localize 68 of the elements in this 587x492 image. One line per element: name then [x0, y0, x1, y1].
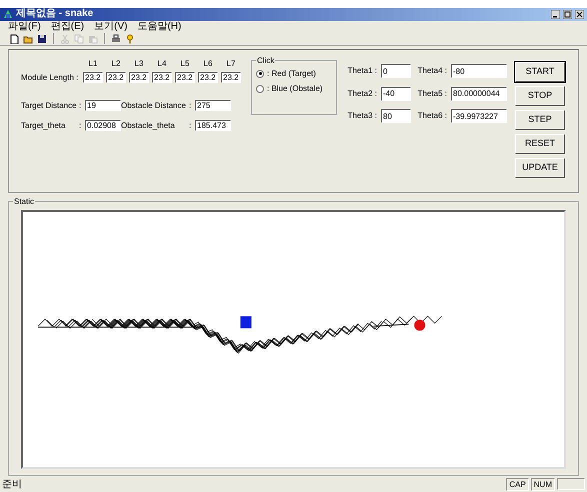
field-label: Theta1 : — [346, 65, 377, 78]
menu-item[interactable]: 도움말(H) — [137, 22, 182, 32]
input-field[interactable]: 80.00000044 — [451, 86, 507, 101]
radio-label[interactable]: : Blue (Obstale) — [267, 82, 323, 95]
app-icon — [3, 9, 13, 20]
window-title: 제목없음 - snake — [16, 9, 94, 20]
push-button[interactable]: START — [515, 62, 565, 82]
push-button[interactable]: STOP — [515, 86, 565, 106]
column-label: L7 — [226, 58, 236, 70]
field-label: Theta6 : — [416, 110, 447, 122]
new-file-icon[interactable] — [9, 34, 19, 44]
input-field[interactable]: 23.2 — [106, 72, 126, 84]
field-label: Theta4 : — [416, 65, 447, 78]
minimize-icon[interactable] — [551, 10, 560, 19]
input-field[interactable]: 23.2 — [175, 72, 195, 84]
push-button[interactable]: UPDATE — [515, 158, 565, 178]
input-field[interactable]: 23.2 — [221, 72, 241, 84]
save-icon[interactable] — [37, 34, 47, 44]
field-label: Module Length : — [21, 72, 78, 82]
column-label: L1 — [88, 58, 98, 70]
menu-item[interactable]: 편집(E) — [50, 22, 84, 32]
column-label: L2 — [110, 58, 122, 70]
input-field[interactable]: 0.02908 — [85, 120, 121, 132]
colon-label: : — [79, 100, 82, 112]
colon-label: : — [189, 120, 192, 132]
input-field[interactable]: -40 — [381, 86, 411, 101]
input-field[interactable]: 0 — [381, 64, 411, 78]
input-field[interactable]: -80 — [451, 64, 507, 78]
column-label: L4 — [156, 58, 168, 70]
radio-button[interactable] — [256, 84, 264, 93]
status-text: 준비 — [2, 478, 23, 492]
field-label: Theta2 : — [346, 88, 377, 100]
column-label: L3 — [134, 58, 144, 70]
field-label: Target Distance — [21, 100, 78, 112]
input-field[interactable]: 19 — [85, 100, 121, 112]
column-label: L6 — [202, 58, 214, 70]
menu-item[interactable]: 파일(F) — [8, 22, 41, 32]
push-button[interactable]: STEP — [515, 110, 565, 130]
colon-label: : — [79, 120, 82, 132]
close-icon[interactable] — [575, 10, 584, 19]
radio-button[interactable] — [256, 70, 264, 78]
help-icon[interactable] — [125, 34, 135, 44]
input-field[interactable]: 275 — [195, 100, 231, 112]
status-indicator: CAP — [506, 478, 529, 491]
status-indicator: NUM — [530, 478, 555, 491]
obstacle-marker — [240, 316, 252, 328]
target-marker — [414, 319, 426, 330]
radio-label[interactable]: : Red (Target) — [267, 68, 316, 80]
field-label: Theta5 : — [416, 88, 447, 100]
open-folder-icon[interactable] — [23, 34, 33, 44]
maximize-icon[interactable] — [563, 10, 572, 19]
input-field[interactable]: 23.2 — [129, 72, 149, 84]
input-field[interactable]: -39.9973227 — [451, 109, 507, 124]
field-label: Obstacle_theta — [121, 120, 176, 132]
field-label: Obstacle Distance — [121, 100, 187, 112]
input-field[interactable]: 23.2 — [152, 72, 172, 84]
status-panel — [557, 478, 585, 490]
field-label: Target_theta — [21, 120, 66, 132]
field-label: Theta3 : — [346, 110, 377, 122]
menu-item[interactable]: 보기(V) — [94, 22, 128, 32]
input-field[interactable]: 185.473 — [195, 120, 231, 132]
push-button[interactable]: RESET — [515, 134, 565, 154]
input-field[interactable]: 23.2 — [198, 72, 218, 84]
printer-icon[interactable] — [111, 34, 121, 44]
column-label: L5 — [180, 58, 190, 70]
input-field[interactable]: 23.2 — [83, 72, 103, 84]
input-field[interactable]: 80 — [381, 109, 411, 124]
colon-label: : — [189, 100, 192, 112]
